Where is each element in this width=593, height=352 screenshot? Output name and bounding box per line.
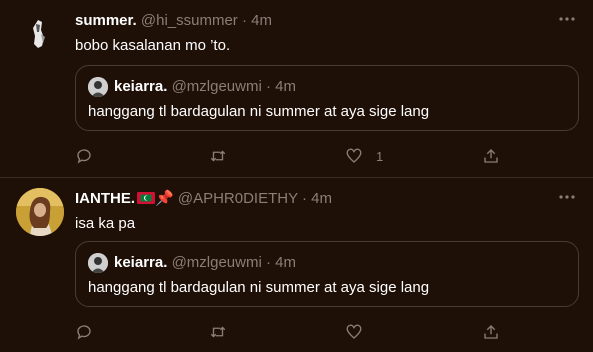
like-button[interactable] [345,320,363,344]
pin-emoji: 📌 [155,190,174,207]
retweet-button[interactable] [209,144,227,168]
share-icon [484,325,498,339]
display-name[interactable]: summer. [75,12,137,29]
quoted-text: hanggang tl bardagulan ni summer at aya … [88,103,430,120]
avatar[interactable] [16,188,64,236]
tweet-header: IANTHE. 📌 @APHR0DIETHY · 4m [75,190,332,208]
handle[interactable]: @APHR0DIETHY [178,190,298,207]
retweet-button[interactable] [209,320,227,344]
reply-icon [77,325,91,340]
tweet-text: bobo kasalanan mo ’to. [75,37,231,54]
display-name[interactable]: IANTHE. 📌 [75,190,174,207]
tweet-header: summer. @hi_ssummer · 4m [75,12,272,30]
share-button[interactable] [482,144,500,168]
retweet-icon [210,326,226,338]
flag-icon [137,192,155,204]
like-count: 1 [376,148,384,164]
like-icon [346,148,362,163]
share-button[interactable] [482,320,500,344]
retweet-icon [210,150,226,162]
share-icon [484,149,498,163]
quoted-display-name: keiarra. [114,78,168,95]
handle[interactable]: @hi_ssummer [141,12,238,29]
tweet[interactable]: summer. @hi_ssummer · 4m bobo kasalanan … [0,0,593,178]
quoted-header: keiarra. @mzlgeuwmi · 4m [114,254,296,272]
timestamp[interactable]: · 4m [242,12,272,29]
quoted-handle: @mzlgeuwmi [171,254,262,271]
tweet-actions [75,320,505,344]
more-icon[interactable] [555,10,579,30]
like-icon [346,324,362,339]
quoted-tweet[interactable]: keiarra. @mzlgeuwmi · 4m hanggang tl bar… [75,241,579,307]
quoted-text: hanggang tl bardagulan ni summer at aya … [88,279,430,296]
more-icon[interactable] [555,188,579,208]
reply-icon [77,149,91,164]
tweet[interactable]: IANTHE. 📌 @APHR0DIETHY · 4m isa ka pa kei… [0,178,593,352]
quoted-timestamp: · 4m [265,78,296,95]
tweet-text: isa ka pa [75,215,136,232]
reply-button[interactable] [75,320,93,344]
quoted-handle: @mzlgeuwmi [171,78,262,95]
avatar[interactable] [16,10,64,58]
quoted-tweet[interactable]: keiarra. @mzlgeuwmi · 4m hanggang tl bar… [75,65,579,131]
reply-button[interactable] [75,144,93,168]
like-button[interactable]: 1 [345,144,383,168]
quoted-avatar [88,77,108,97]
quoted-display-name: keiarra. [114,254,168,271]
tweet-actions: 1 [75,144,505,168]
quoted-timestamp: · 4m [265,254,296,271]
timestamp[interactable]: · 4m [302,190,332,207]
quoted-avatar [88,253,108,273]
quoted-header: keiarra. @mzlgeuwmi · 4m [114,78,296,96]
